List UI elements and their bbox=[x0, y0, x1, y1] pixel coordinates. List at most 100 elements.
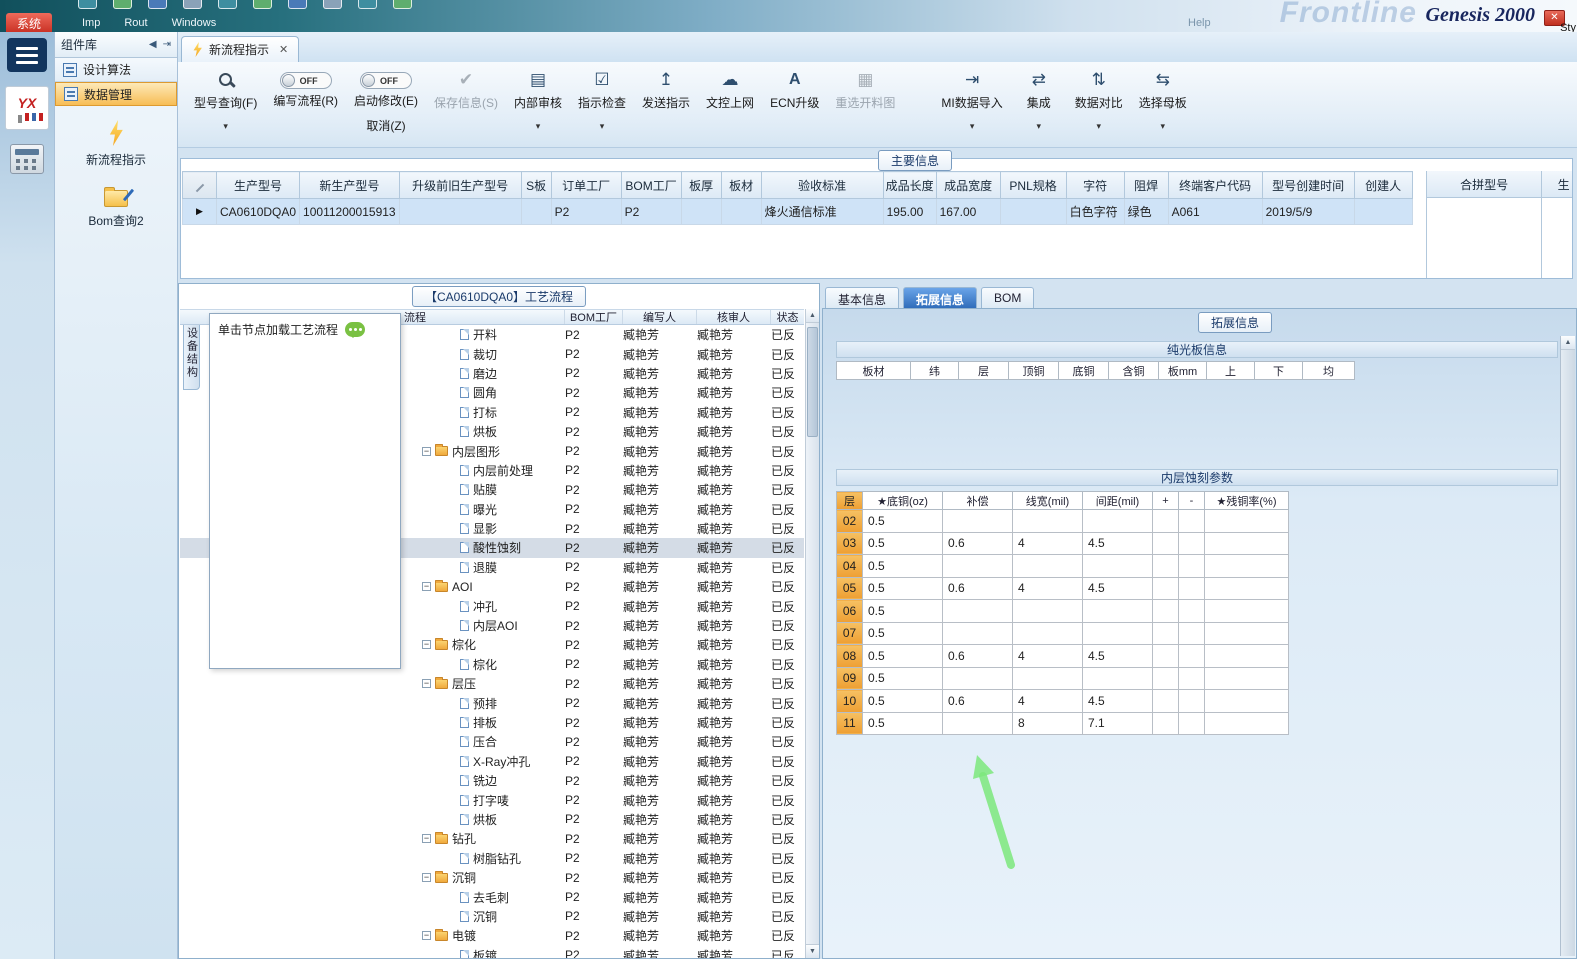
flow-node-31[interactable]: − 电镀 P2 臧艳芳 臧艳芳 已反 bbox=[180, 926, 804, 945]
ext-scrollbar[interactable]: ▲ bbox=[1560, 336, 1575, 956]
flow-node-28[interactable]: − 沉铜 P2 臧艳芳 臧艳芳 已反 bbox=[180, 868, 804, 887]
expander-icon[interactable]: − bbox=[422, 679, 431, 689]
yx-logo[interactable]: YX bbox=[5, 86, 49, 130]
expander-icon[interactable]: − bbox=[422, 446, 431, 456]
toolbar-button-6[interactable]: ↥ 发送指示 bbox=[634, 67, 698, 133]
etch-row-4[interactable]: 06 0.5 bbox=[836, 599, 1289, 623]
column-header[interactable]: 升级前旧生产型号 bbox=[398, 171, 522, 199]
tab-bom[interactable]: BOM bbox=[981, 287, 1035, 309]
flow-node-25[interactable]: 烘板 P2 臧艳芳 臧艳芳 已反 bbox=[180, 810, 804, 829]
etch-row-7[interactable]: 09 0.5 bbox=[836, 666, 1289, 690]
flow-node-32[interactable]: 板镀 P2 臧艳芳 臧艳芳 已反 bbox=[180, 946, 804, 958]
flow-node-18[interactable]: − 层压 P2 臧艳芳 臧艳芳 已反 bbox=[180, 674, 804, 693]
hamburger-menu-icon[interactable] bbox=[7, 38, 47, 72]
etch-row-0[interactable]: 02 0.5 bbox=[836, 509, 1289, 533]
toolbar-sub-button[interactable]: 取消(Z) bbox=[366, 117, 405, 134]
flow-node-21[interactable]: 压合 P2 臧艳芳 臧艳芳 已反 bbox=[180, 732, 804, 751]
flow-node-22[interactable]: X-Ray冲孔 P2 臧艳芳 臧艳芳 已反 bbox=[180, 752, 804, 771]
column-header[interactable]: 字符 bbox=[1065, 171, 1125, 199]
scroll-up-icon[interactable]: ▲ bbox=[806, 309, 819, 323]
column-header[interactable]: 板材 bbox=[720, 171, 762, 199]
toolbar-button-1[interactable]: OFF 编写流程(R) bbox=[265, 67, 346, 131]
column-header[interactable]: 均 bbox=[1302, 361, 1355, 380]
flow-col-status[interactable]: 状态 bbox=[771, 310, 804, 324]
column-header[interactable]: 型号创建时间 bbox=[1261, 171, 1355, 199]
toolbar-button-8[interactable]: A ECN升级 bbox=[762, 67, 827, 133]
column-header[interactable]: 顶铜 bbox=[1008, 361, 1059, 380]
app-toolbar-icon[interactable] bbox=[393, 0, 412, 9]
column-header[interactable]: 层 bbox=[958, 361, 1009, 380]
column-header[interactable]: S板 bbox=[520, 171, 552, 199]
chevron-down-icon[interactable]: ▾ bbox=[600, 121, 605, 131]
column-header[interactable]: 成品长度 bbox=[882, 171, 937, 199]
column-header[interactable]: 线宽(mil) bbox=[1012, 491, 1083, 510]
flow-scrollbar[interactable]: ▲ ▼ bbox=[805, 309, 819, 958]
flow-node-27[interactable]: 树脂钻孔 P2 臧艳芳 臧艳芳 已反 bbox=[180, 849, 804, 868]
flow-node-29[interactable]: 去毛刺 P2 臧艳芳 臧艳芳 已反 bbox=[180, 887, 804, 906]
sidebar-item-design-algorithm[interactable]: 设计算法 bbox=[55, 58, 177, 82]
column-header[interactable]: ★底铜(oz) bbox=[862, 491, 943, 510]
tool-bom-query2[interactable]: Bom查询2 bbox=[88, 187, 144, 229]
column-header[interactable]: 含铜 bbox=[1108, 361, 1159, 380]
app-toolbar-icon[interactable] bbox=[183, 0, 202, 9]
scroll-up-icon[interactable]: ▲ bbox=[1561, 336, 1575, 350]
scroll-down-icon[interactable]: ▼ bbox=[806, 944, 819, 958]
app-toolbar-icon[interactable] bbox=[78, 0, 97, 9]
flow-node-26[interactable]: − 钻孔 P2 臧艳芳 臧艳芳 已反 bbox=[180, 829, 804, 848]
close-tab-icon[interactable]: ✕ bbox=[279, 43, 288, 56]
column-header[interactable]: ★残铜率(%) bbox=[1204, 491, 1289, 510]
column-header-merge-model[interactable]: 合拼型号 bbox=[1427, 171, 1542, 198]
chevron-down-icon[interactable]: ▾ bbox=[970, 121, 975, 131]
main-info-row[interactable]: ▶ CA0610DQA0 10011200015913 P2 P2 烽火通信标准 195.0… bbox=[182, 198, 1413, 225]
column-header[interactable]: 板材 bbox=[836, 361, 911, 380]
toggle-switch[interactable]: OFF bbox=[360, 72, 412, 89]
tool-new-flow-instruction[interactable]: 新流程指示 bbox=[86, 120, 146, 168]
scroll-thumb[interactable] bbox=[807, 327, 818, 437]
chevron-down-icon[interactable]: ▾ bbox=[1097, 121, 1102, 131]
toolbar-button-0[interactable]: 型号查询(F) ▾ bbox=[186, 67, 265, 133]
column-header[interactable]: - bbox=[1178, 491, 1205, 510]
menu-item-2[interactable]: Windows bbox=[172, 17, 217, 29]
toolbar-button-2[interactable]: OFF 启动修改(E) 取消(Z) bbox=[346, 67, 426, 136]
menu-item-0[interactable]: Imp bbox=[82, 17, 100, 29]
toolbar-button-13[interactable]: ⇆ 选择母板 ▾ bbox=[1131, 67, 1195, 133]
toolbar-button-11[interactable]: ⇄ 集成 ▾ bbox=[1011, 67, 1067, 133]
toolbar-button-4[interactable]: ▤ 内部审核 ▾ bbox=[506, 67, 570, 133]
flow-col-auditor[interactable]: 核审人 bbox=[697, 310, 771, 324]
column-header[interactable]: 板厚 bbox=[680, 171, 722, 199]
column-header[interactable]: 订单工厂 bbox=[550, 171, 622, 199]
toolbar-button-3[interactable]: ✔ 保存信息(S) bbox=[426, 67, 506, 133]
calculator-icon[interactable] bbox=[10, 144, 44, 174]
column-header[interactable]: PNL规格 bbox=[999, 171, 1067, 199]
flow-node-20[interactable]: 排板 P2 臧艳芳 臧艳芳 已反 bbox=[180, 713, 804, 732]
column-header[interactable]: 创建人 bbox=[1353, 171, 1413, 199]
column-header[interactable]: 补偿 bbox=[942, 491, 1013, 510]
flow-node-30[interactable]: 沉铜 P2 臧艳芳 臧艳芳 已反 bbox=[180, 907, 804, 926]
flow-node-19[interactable]: 预排 P2 臧艳芳 臧艳芳 已反 bbox=[180, 693, 804, 712]
toolbar-button-7[interactable]: ☁ 文控上网 bbox=[698, 67, 762, 133]
app-toolbar-icon[interactable] bbox=[358, 0, 377, 9]
etch-row-6[interactable]: 08 0.5 0.6 4 4.5 bbox=[836, 644, 1289, 668]
app-toolbar-icon[interactable] bbox=[323, 0, 342, 9]
column-header[interactable]: 上 bbox=[1206, 361, 1255, 380]
flow-node-23[interactable]: 铣边 P2 臧艳芳 臧艳芳 已反 bbox=[180, 771, 804, 790]
toolbar-button-10[interactable]: ⇥ MI数据导入 ▾ bbox=[933, 67, 1010, 133]
app-toolbar-icon[interactable] bbox=[148, 0, 167, 9]
dock-arrow-icon[interactable]: ⇥ bbox=[163, 39, 171, 50]
expander-icon[interactable]: − bbox=[422, 582, 431, 592]
tab-basic-info[interactable]: 基本信息 bbox=[825, 287, 900, 309]
flow-col-writer[interactable]: 编写人 bbox=[623, 310, 697, 324]
chevron-down-icon[interactable]: ▾ bbox=[1037, 121, 1042, 131]
column-header[interactable]: 生产型号 bbox=[215, 171, 301, 199]
column-header-clipped[interactable]: 生 bbox=[1542, 171, 1572, 198]
chevron-down-icon[interactable]: ▾ bbox=[536, 121, 541, 131]
chevron-down-icon[interactable]: ▾ bbox=[1161, 121, 1166, 131]
app-toolbar-icon[interactable] bbox=[113, 0, 132, 9]
app-toolbar-icon[interactable] bbox=[253, 0, 272, 9]
etch-row-2[interactable]: 04 0.5 bbox=[836, 554, 1289, 578]
collapse-arrow-icon[interactable]: ◀ bbox=[149, 39, 157, 50]
etch-row-3[interactable]: 05 0.5 0.6 4 4.5 bbox=[836, 576, 1289, 600]
expander-icon[interactable]: − bbox=[422, 640, 431, 650]
menu-item-help[interactable]: Help bbox=[1188, 17, 1211, 29]
flow-col-bom-factory[interactable]: BOM工厂 bbox=[565, 310, 623, 324]
